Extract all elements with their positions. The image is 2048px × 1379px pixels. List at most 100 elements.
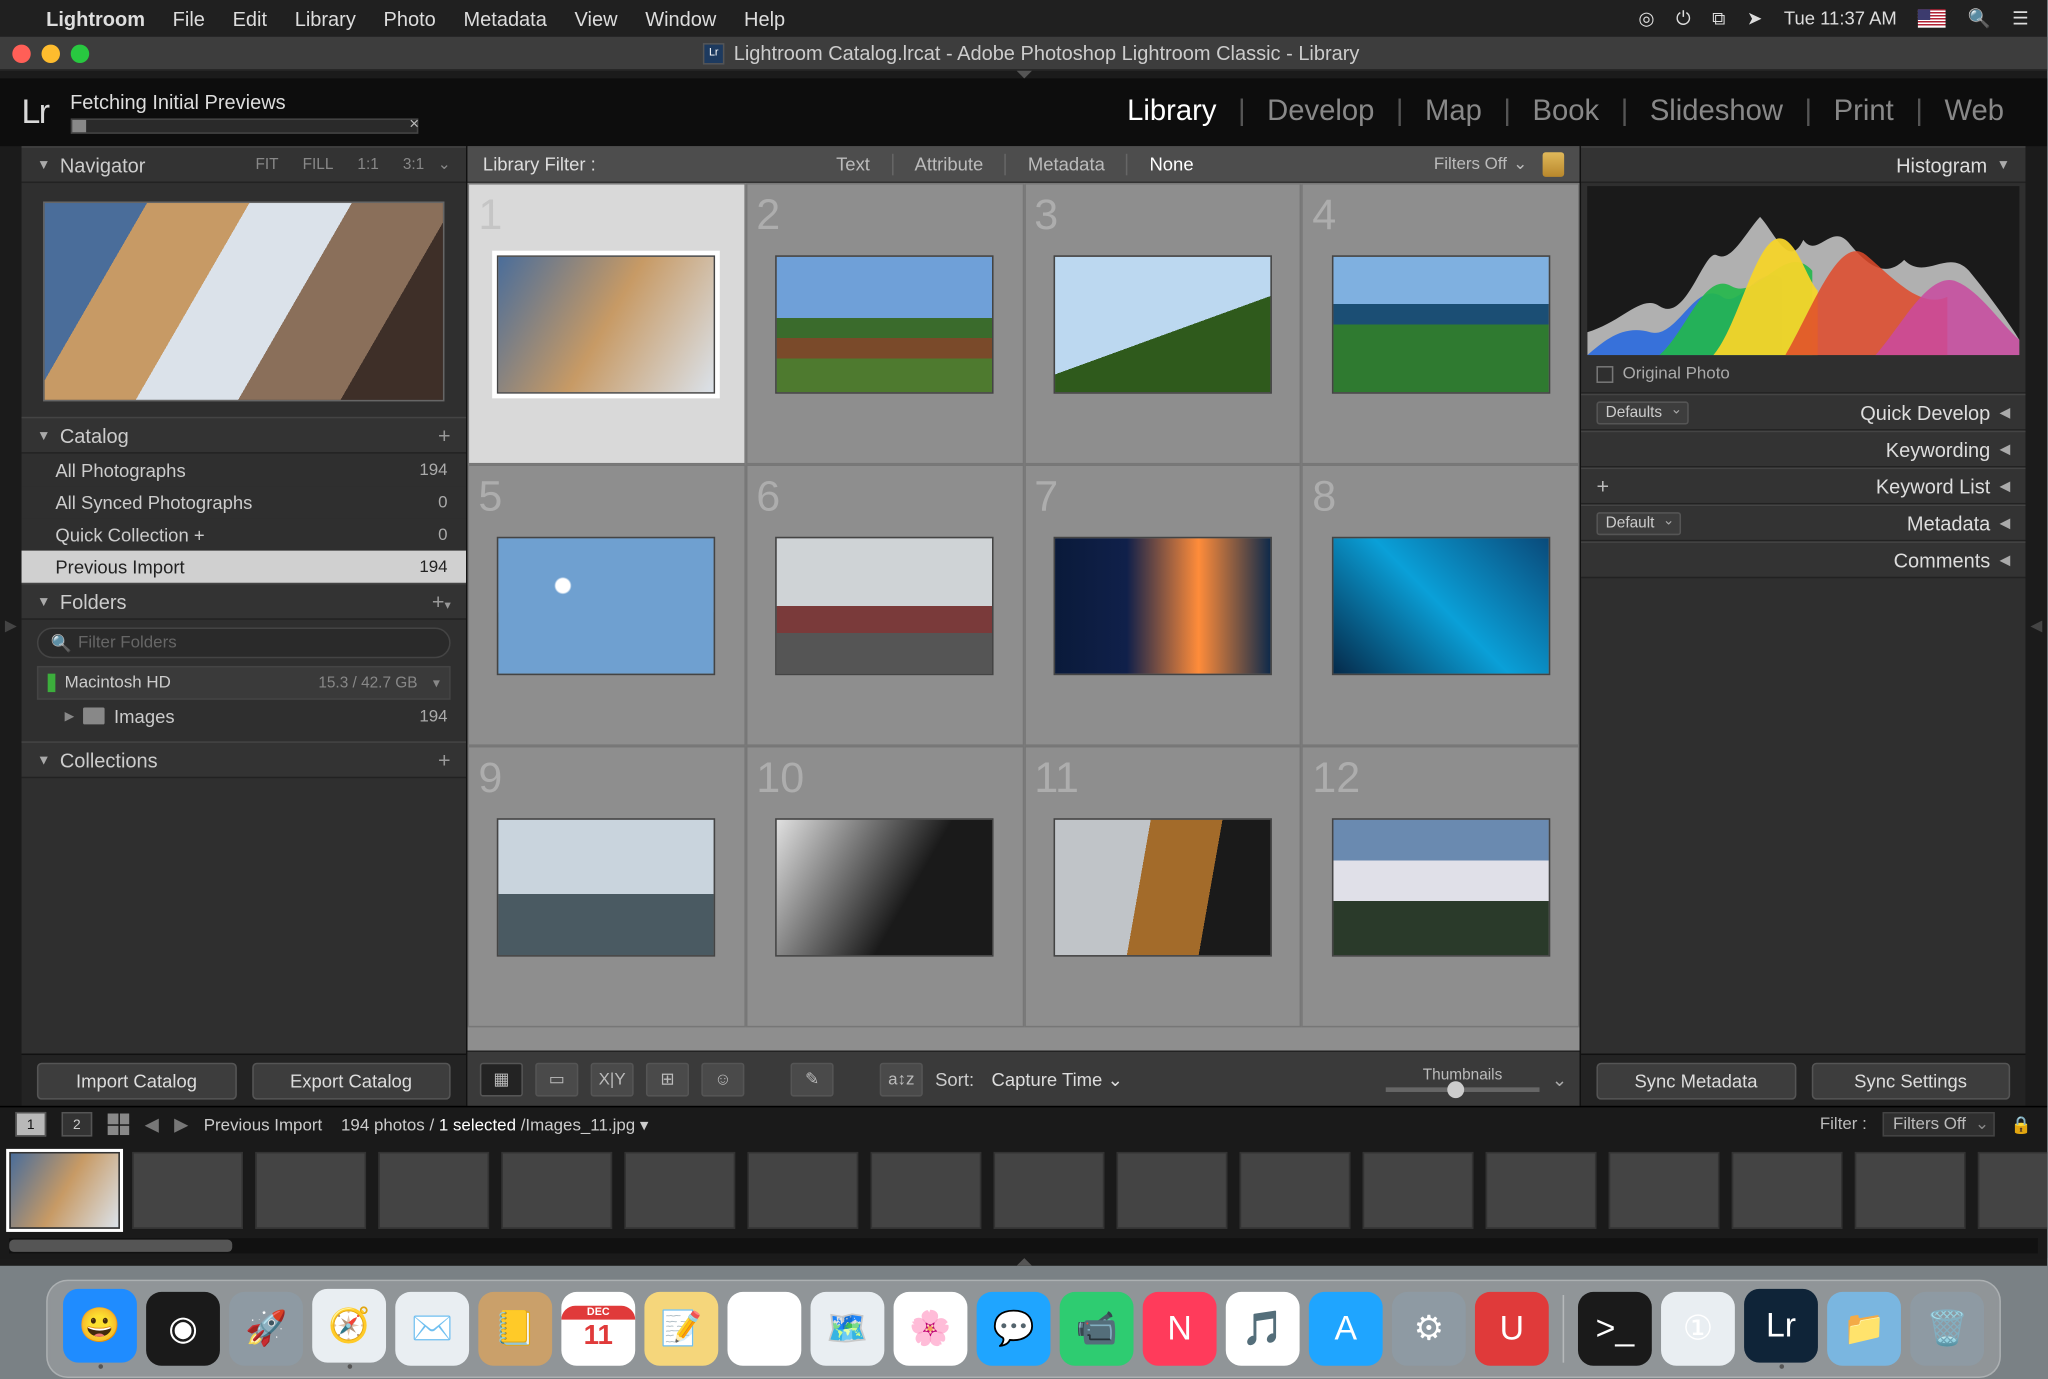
thumbnail-11[interactable] (1053, 817, 1271, 955)
menu-window[interactable]: Window (645, 7, 716, 30)
dock-settings-icon[interactable]: ⚙︎ (1392, 1292, 1466, 1366)
survey-view-button[interactable]: ⊞ (646, 1062, 689, 1096)
menu-library[interactable]: Library (295, 7, 356, 30)
right-section-keyword-list[interactable]: +Keyword List◀ (1581, 468, 2025, 505)
left-panel-collapse-handle[interactable]: ▶ (0, 146, 22, 1106)
filmstrip-thumb-17[interactable] (1978, 1152, 2047, 1229)
filter-preset-menu[interactable]: Filters Off⌄ (1434, 154, 1527, 174)
import-catalog-button[interactable]: Import Catalog (37, 1062, 236, 1099)
catalog-header[interactable]: ▼ Catalog + (22, 417, 466, 454)
thumbnail-1[interactable] (497, 255, 715, 393)
grid-cell-4[interactable]: 4 (1302, 183, 1580, 464)
filmstrip-thumb-8[interactable] (871, 1152, 982, 1229)
catalog-row-2[interactable]: Quick Collection +0 (22, 518, 466, 550)
grid-cell-11[interactable]: 11 (1024, 746, 1302, 1027)
collections-header[interactable]: ▼ Collections + (22, 741, 466, 778)
filter-tab-text[interactable]: Text (824, 153, 882, 175)
original-photo-toggle[interactable]: Original Photo (1581, 358, 2025, 393)
menu-extras-icon[interactable]: ☰ (2012, 8, 2029, 30)
module-library[interactable]: Library (1106, 95, 1238, 129)
module-print[interactable]: Print (1812, 95, 1915, 129)
right-section-metadata[interactable]: DefaultMetadata◀ (1581, 504, 2025, 541)
right-section-keywording[interactable]: Keywording◀ (1581, 431, 2025, 468)
right-section-comments[interactable]: Comments◀ (1581, 541, 2025, 578)
nav-1-1[interactable]: 1:1 (357, 156, 378, 173)
dock-safari-icon[interactable]: 🧭 (312, 1289, 386, 1363)
input-source-flag-icon[interactable] (1918, 9, 1946, 27)
sort-menu[interactable]: Capture Time ⌄ (986, 1068, 1123, 1090)
sync-settings-button[interactable]: Sync Settings (1811, 1062, 2010, 1099)
airplay-icon[interactable]: ⧉ (1712, 7, 1725, 30)
filmstrip-thumb-5[interactable] (501, 1152, 612, 1229)
cc-icon[interactable]: ◎ (1638, 8, 1654, 30)
filmstrip-scrollbar[interactable] (9, 1238, 2038, 1253)
navigator-header[interactable]: ▼ Navigator FIT FILL 1:1 3:1 ⌄ (22, 146, 466, 183)
grid-cell-1[interactable]: 1 (468, 183, 746, 464)
filmstrip-thumb-15[interactable] (1732, 1152, 1843, 1229)
nav-zoom-menu[interactable]: ⌄ (433, 156, 450, 173)
dock-photos-icon[interactable]: 🌸 (894, 1292, 968, 1366)
menu-metadata[interactable]: Metadata (463, 7, 546, 30)
dock-facetime-icon[interactable]: 📹 (1060, 1292, 1134, 1366)
dock-notes-icon[interactable]: 📝 (644, 1292, 718, 1366)
dock-messages-icon[interactable]: 💬 (977, 1292, 1051, 1366)
navigator-preview[interactable] (22, 183, 466, 417)
cursor-icon[interactable]: ➤ (1747, 8, 1762, 30)
thumbnail-3[interactable] (1053, 255, 1271, 393)
section-add-button[interactable]: + (1596, 474, 1609, 499)
compare-view-button[interactable]: X|Y (591, 1062, 634, 1096)
people-view-button[interactable]: ☺ (701, 1062, 744, 1096)
grid-cell-12[interactable]: 12 (1302, 746, 1580, 1027)
dock-finder-icon[interactable]: 😀 (63, 1289, 137, 1363)
dock-lightroom-icon[interactable]: Lr (1744, 1289, 1818, 1363)
filmstrip-thumb-16[interactable] (1855, 1152, 1966, 1229)
dock-launchpad-icon[interactable]: 🚀 (229, 1292, 303, 1366)
section-preset-menu[interactable]: Defaults (1596, 401, 1688, 424)
nav-3-1[interactable]: 3:1 (403, 156, 424, 173)
right-section-quick-develop[interactable]: DefaultsQuick Develop◀ (1581, 394, 2025, 431)
main-window-button[interactable]: 1 (15, 1112, 46, 1137)
nav-fill[interactable]: FILL (303, 156, 334, 173)
window-zoom-button[interactable] (71, 44, 89, 62)
grid-shortcut-icon[interactable] (108, 1114, 130, 1136)
grid-cell-10[interactable]: 10 (746, 746, 1024, 1027)
filmstrip-strip[interactable] (0, 1141, 2047, 1236)
dock-siri-icon[interactable]: ◉ (146, 1292, 220, 1366)
dock-news-icon[interactable]: N (1143, 1292, 1217, 1366)
volume-row[interactable]: Macintosh HD 15.3 / 42.7 GB ▾ (37, 666, 451, 700)
filmstrip-thumb-12[interactable] (1363, 1152, 1474, 1229)
filter-tab-metadata[interactable]: Metadata (1016, 153, 1118, 175)
filmstrip-filter-lock-icon[interactable]: 🔒 (2011, 1114, 2032, 1134)
top-panel-collapse-handle[interactable] (1016, 71, 1031, 79)
nav-fit[interactable]: FIT (256, 156, 279, 173)
filmstrip-thumb-13[interactable] (1486, 1152, 1597, 1229)
go-forward-button[interactable]: ▶ (174, 1114, 188, 1136)
thumbnail-6[interactable] (775, 536, 993, 674)
bottom-panel-collapse-handle[interactable] (1016, 1258, 1031, 1266)
grid-view-button[interactable]: ▦ (480, 1062, 523, 1096)
dock-appstore-icon[interactable]: A (1309, 1292, 1383, 1366)
volume-menu-icon[interactable]: ▾ (433, 674, 440, 691)
grid-cell-6[interactable]: 6 (746, 464, 1024, 745)
grid-cell-5[interactable]: 5 (468, 464, 746, 745)
grid-cell-9[interactable]: 9 (468, 746, 746, 1027)
module-web[interactable]: Web (1923, 95, 2026, 129)
loupe-view-button[interactable]: ▭ (535, 1062, 578, 1096)
filter-tab-attribute[interactable]: Attribute (902, 153, 995, 175)
second-window-button[interactable]: 2 (62, 1112, 93, 1137)
folders-filter-input[interactable]: 🔍 Filter Folders (37, 628, 451, 659)
dock-reminders-icon[interactable]: ☑︎ (727, 1292, 801, 1366)
dock-magnet-icon[interactable]: U (1475, 1292, 1549, 1366)
module-slideshow[interactable]: Slideshow (1628, 95, 1804, 129)
toolbar-contents-menu[interactable]: ⌄ (1552, 1068, 1567, 1090)
section-preset-menu[interactable]: Default (1596, 511, 1680, 534)
catalog-row-0[interactable]: All Photographs194 (22, 454, 466, 486)
menu-file[interactable]: File (173, 7, 205, 30)
thumbnail-9[interactable] (497, 817, 715, 955)
thumbnail-10[interactable] (775, 817, 993, 955)
filmstrip-thumb-6[interactable] (624, 1152, 735, 1229)
window-minimize-button[interactable] (42, 44, 60, 62)
catalog-row-1[interactable]: All Synced Photographs0 (22, 486, 466, 518)
collections-add-button[interactable]: + (438, 747, 451, 772)
dock-trash-icon[interactable]: 🗑️ (1910, 1292, 1984, 1366)
